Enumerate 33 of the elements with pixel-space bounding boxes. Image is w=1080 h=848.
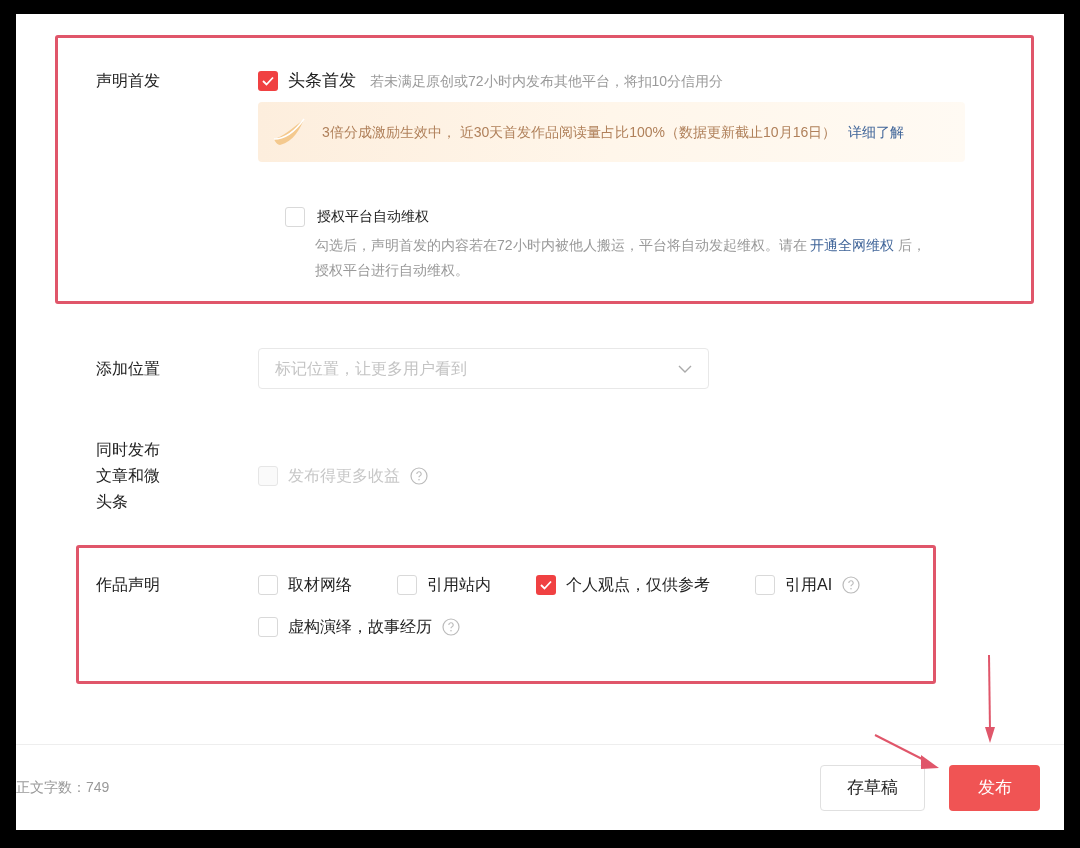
field-label: 作品声明: [96, 575, 161, 595]
save-draft-button[interactable]: 存草稿: [820, 764, 925, 811]
help-icon[interactable]: [442, 618, 460, 636]
checkmark-icon: [262, 76, 274, 86]
arrow-drawing: [874, 734, 940, 770]
checkbox[interactable]: [258, 617, 278, 637]
field-label: 声明首发: [96, 71, 161, 91]
checkbox[interactable]: [397, 575, 417, 595]
details-link[interactable]: 详细了解: [848, 121, 905, 143]
enable-link[interactable]: 开通全网维权: [810, 237, 895, 253]
option-label[interactable]: 头条首发: [288, 68, 356, 94]
checkbox[interactable]: [258, 575, 278, 595]
field-label: 添加位置: [96, 358, 161, 379]
word-count: 正文字数：749: [16, 778, 110, 797]
hint-text: 若未满足原创或72小时内发布其他平台，将扣10分信用分: [370, 71, 724, 91]
option-label[interactable]: 授权平台自动维权: [317, 206, 429, 227]
option-label[interactable]: 虚构演绎，故事经历: [288, 615, 432, 639]
checkmark-icon: [540, 580, 552, 590]
help-icon[interactable]: [410, 467, 428, 485]
banner-text: 3倍分成激励生效中， 近30天首发作品阅读量占比100%（数据更新截止10月16日）: [322, 122, 837, 142]
description-text: 勾选后，声明首发的内容若在72小时内被他人搬运，平台将自动发起维权。请在 开通全网维权 后，授权平台进行自动维权。: [315, 236, 928, 280]
help-icon[interactable]: [842, 576, 861, 594]
checkbox[interactable]: [536, 575, 556, 595]
checkbox[interactable]: [285, 206, 305, 227]
option-label[interactable]: 引用站内: [427, 573, 491, 597]
option-label[interactable]: 取材网络: [288, 573, 352, 597]
chevron-down-icon: [678, 364, 692, 373]
checkbox[interactable]: [755, 575, 775, 595]
checkbox[interactable]: [258, 71, 278, 91]
leaf-icon: [272, 117, 308, 147]
option-label[interactable]: 个人观点，仅供参考: [566, 573, 710, 597]
field-label: 同时发布文章和微头条: [96, 440, 161, 512]
option-label[interactable]: 引用AI: [785, 573, 833, 597]
